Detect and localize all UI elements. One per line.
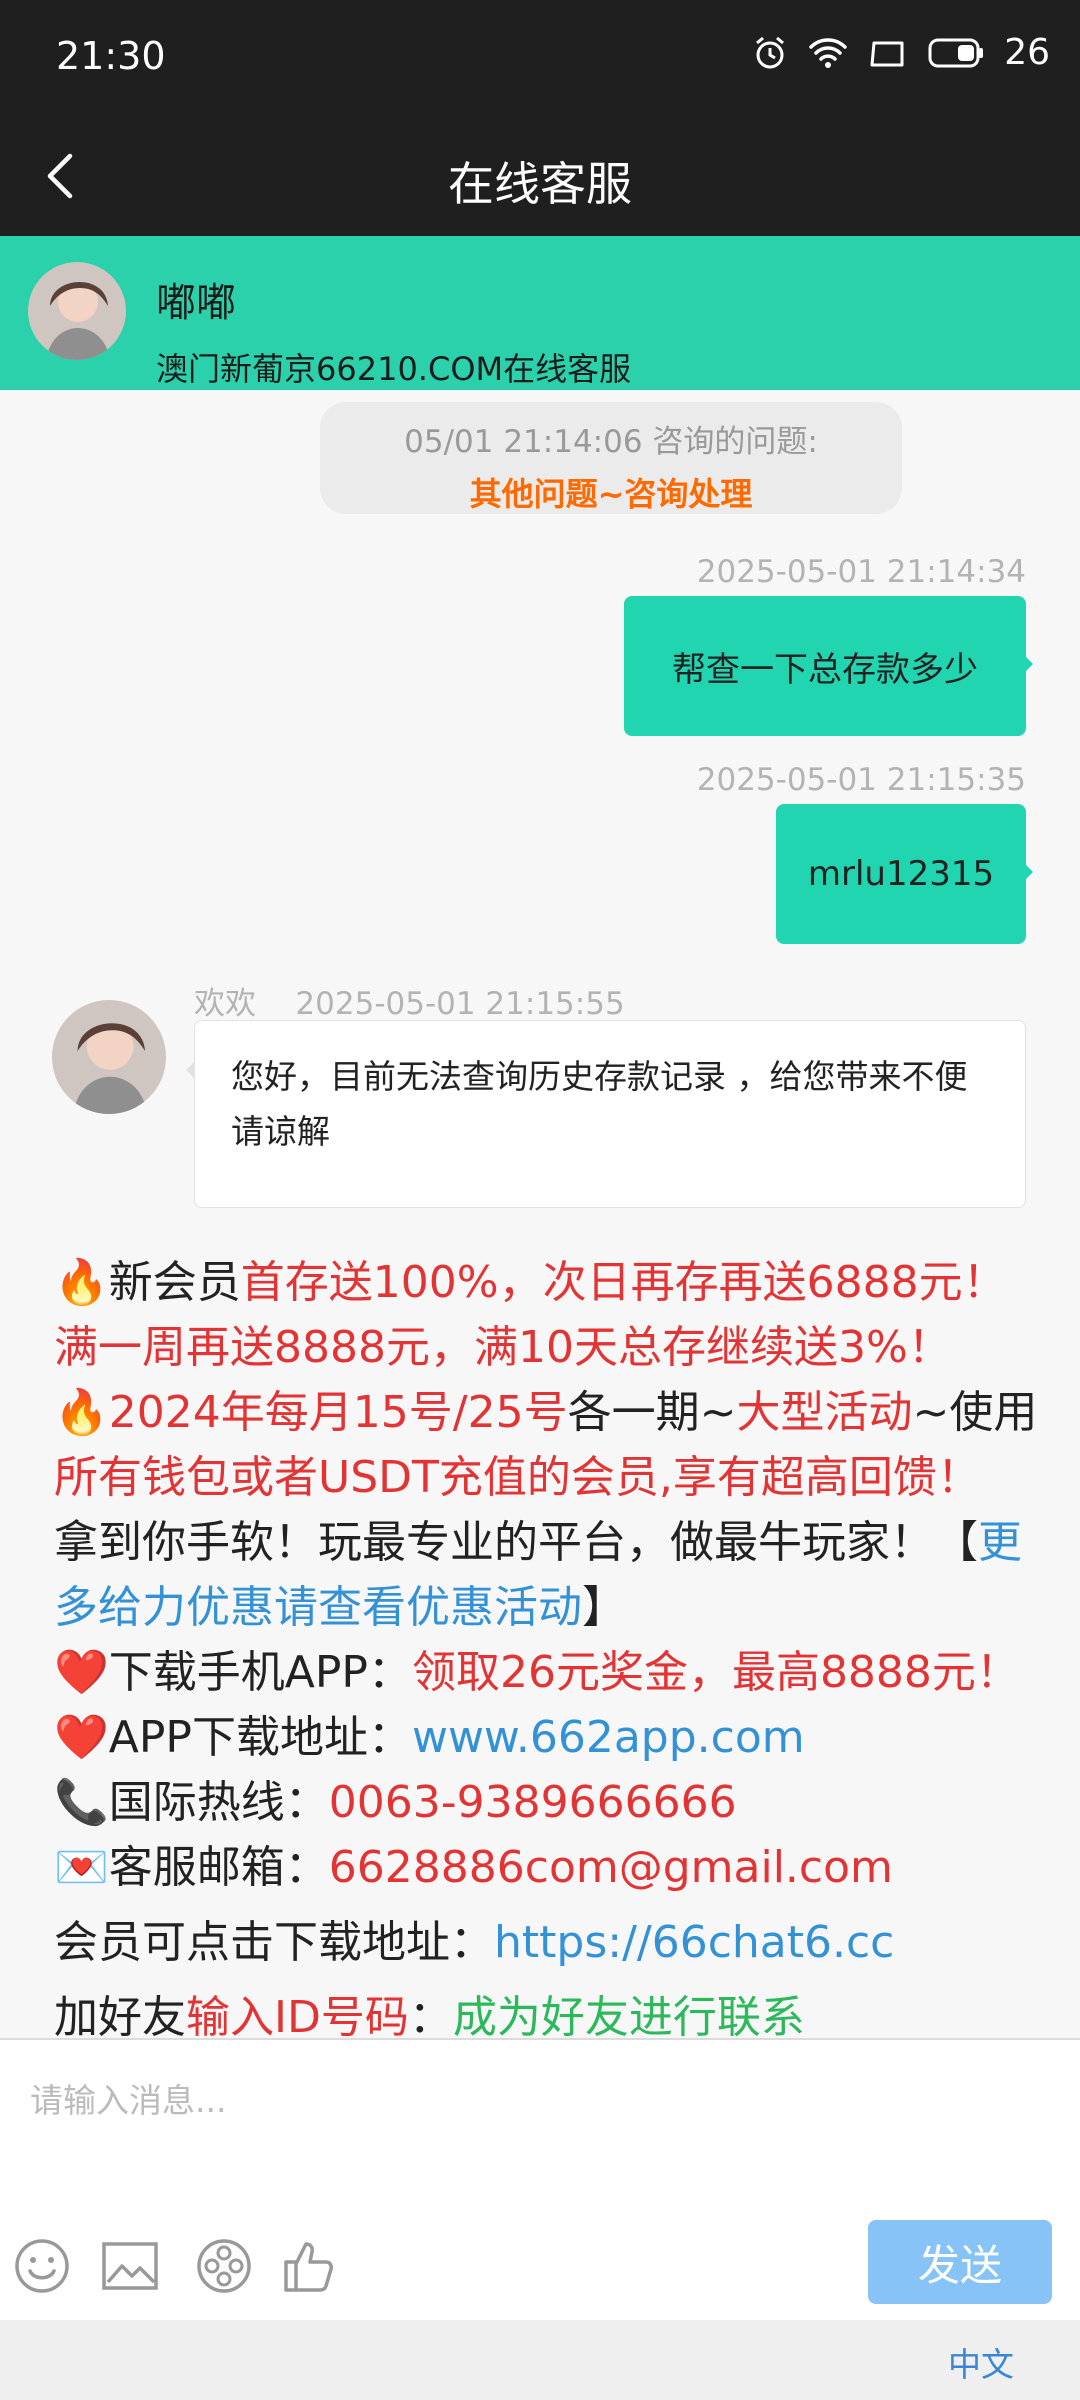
- message-text: mrlu12315: [807, 854, 995, 894]
- promo-message: 🔥新会员首存送100%，次日再存再送6888元！满一周再送8888元，满10天总…: [54, 1250, 1044, 2038]
- promo-line: 🔥2024年每月15号/25号各一期~大型活动~使用所有钱包或者USDT充值的会…: [54, 1380, 1044, 1510]
- input-area: 发送: [0, 2038, 1080, 2320]
- message-text: 您好，目前无法查询历史存款记录 ，给您带来不便请谅解: [231, 1057, 968, 1151]
- promo-line: 加好友输入ID号码：成为好友进行联系: [54, 1985, 1044, 2038]
- promo-text: 加好友: [54, 1992, 186, 2038]
- promo-highlight: 所有钱包或者USDT充值的会员,享有超高回馈！: [54, 1452, 981, 1503]
- message-text: 帮查一下总存款多少: [672, 649, 978, 690]
- message-timestamp: 2025-05-01 21:15:55: [295, 986, 625, 1022]
- promo-text: ❤️APP下载地址：: [54, 1712, 412, 1763]
- wifi-icon: [809, 37, 847, 68]
- promo-highlight: 大型活动: [736, 1387, 913, 1438]
- app-download-link[interactable]: www.662app.com: [412, 1712, 805, 1763]
- status-bar: 21:30 26: [0, 0, 1080, 118]
- promo-line: 📞国际热线：0063-9389666666: [54, 1770, 1044, 1835]
- promo-text: 📞国际热线：: [54, 1777, 329, 1828]
- agent-name: 嘟嘟: [156, 280, 236, 326]
- status-time: 21:30: [56, 34, 166, 78]
- battery-icon: [928, 38, 984, 67]
- bottom-bar: 中文: [0, 2320, 1080, 2400]
- promo-text: 💌客服邮箱：: [54, 1842, 329, 1893]
- emoji-icon[interactable]: [12, 2236, 72, 2296]
- promo-text: ~使用: [912, 1387, 1038, 1438]
- promo-text: ❤️下载手机APP：: [54, 1647, 412, 1698]
- outgoing-message[interactable]: mrlu12315: [776, 804, 1033, 944]
- promo-text: 】: [582, 1582, 626, 1633]
- fire-icon: 🔥: [54, 1387, 109, 1438]
- chat-area[interactable]: 05/01 21:14:06 咨询的问题: 其他问题~咨询处理 2025-05-…: [0, 390, 1080, 2038]
- agent-avatar[interactable]: [28, 262, 126, 360]
- promo-line: 🔥新会员首存送100%，次日再存再送6888元！满一周再送8888元，满10天总…: [54, 1250, 1044, 1380]
- battery-level: 26: [1004, 32, 1050, 73]
- agent-header: 嘟嘟 澳门新葡京66210.COM在线客服: [0, 236, 1080, 390]
- message-timestamp: 2025-05-01 21:14:34: [696, 554, 1026, 590]
- language-switch[interactable]: 中文: [948, 2338, 1014, 2386]
- hotline-number[interactable]: 0063-9389666666: [329, 1777, 737, 1828]
- promo-line: 拿到你手软！玩最专业的平台，做最牛玩家！【更多给力优惠请查看优惠活动】: [54, 1510, 1044, 1640]
- member-download-link[interactable]: https://66chat6.cc: [494, 1917, 894, 1968]
- message-timestamp: 2025-05-01 21:15:35: [696, 762, 1026, 798]
- agent-subtitle: 澳门新葡京66210.COM在线客服: [156, 350, 632, 388]
- alarm-icon: [756, 36, 785, 68]
- promo-text: ：: [408, 1992, 453, 2038]
- inquiry-time: 05/01 21:14:06 咨询的问题:: [404, 424, 818, 460]
- promo-text: 各一期~: [567, 1387, 737, 1438]
- incoming-message[interactable]: 您好，目前无法查询历史存款记录 ，给您带来不便请谅解: [186, 1020, 1026, 1208]
- promo-highlight: 领取26元奖金，最高8888元！: [411, 1647, 1020, 1698]
- promo-text: 拿到你手软！玩最专业的平台，做最牛玩家！【: [54, 1517, 978, 1568]
- sender-name: 欢欢: [194, 986, 256, 1022]
- inquiry-topic: 其他问题~咨询处理: [469, 475, 753, 513]
- status-icons: 26: [752, 32, 1050, 73]
- incoming-message-meta: 欢欢 2025-05-01 21:15:55: [194, 978, 625, 1023]
- promo-line: ❤️下载手机APP：领取26元奖金，最高8888元！: [54, 1640, 1044, 1705]
- inquiry-card: 05/01 21:14:06 咨询的问题: 其他问题~咨询处理: [320, 402, 902, 514]
- nav-bar: 在线客服: [0, 118, 1080, 236]
- promo-line: 💌客服邮箱：6628886com@gmail.com: [54, 1835, 1044, 1900]
- promo-text: 🔥新会员: [54, 1257, 241, 1308]
- promo-highlight: 成为好友进行联系: [452, 1992, 805, 2038]
- promo-line: ❤️APP下载地址：www.662app.com: [54, 1705, 1044, 1770]
- message-input[interactable]: [30, 2070, 1030, 2130]
- page-title: 在线客服: [448, 157, 632, 211]
- send-button[interactable]: 发送: [868, 2220, 1052, 2304]
- promo-highlight: 输入ID号码: [186, 1992, 409, 2038]
- screen-cast-icon: [870, 41, 904, 66]
- support-email[interactable]: 6628886com@gmail.com: [329, 1842, 893, 1893]
- promo-highlight: 2024年每月15号/25号: [108, 1387, 568, 1438]
- image-icon[interactable]: [100, 2236, 160, 2296]
- outgoing-message[interactable]: 帮查一下总存款多少: [624, 596, 1033, 736]
- video-icon[interactable]: [194, 2236, 254, 2296]
- promo-line: 会员可点击下载地址：https://66chat6.cc: [54, 1910, 1044, 1975]
- sender-avatar[interactable]: [52, 1000, 166, 1114]
- thumbs-up-icon[interactable]: [278, 2236, 338, 2296]
- promo-text: 会员可点击下载地址：: [54, 1917, 494, 1968]
